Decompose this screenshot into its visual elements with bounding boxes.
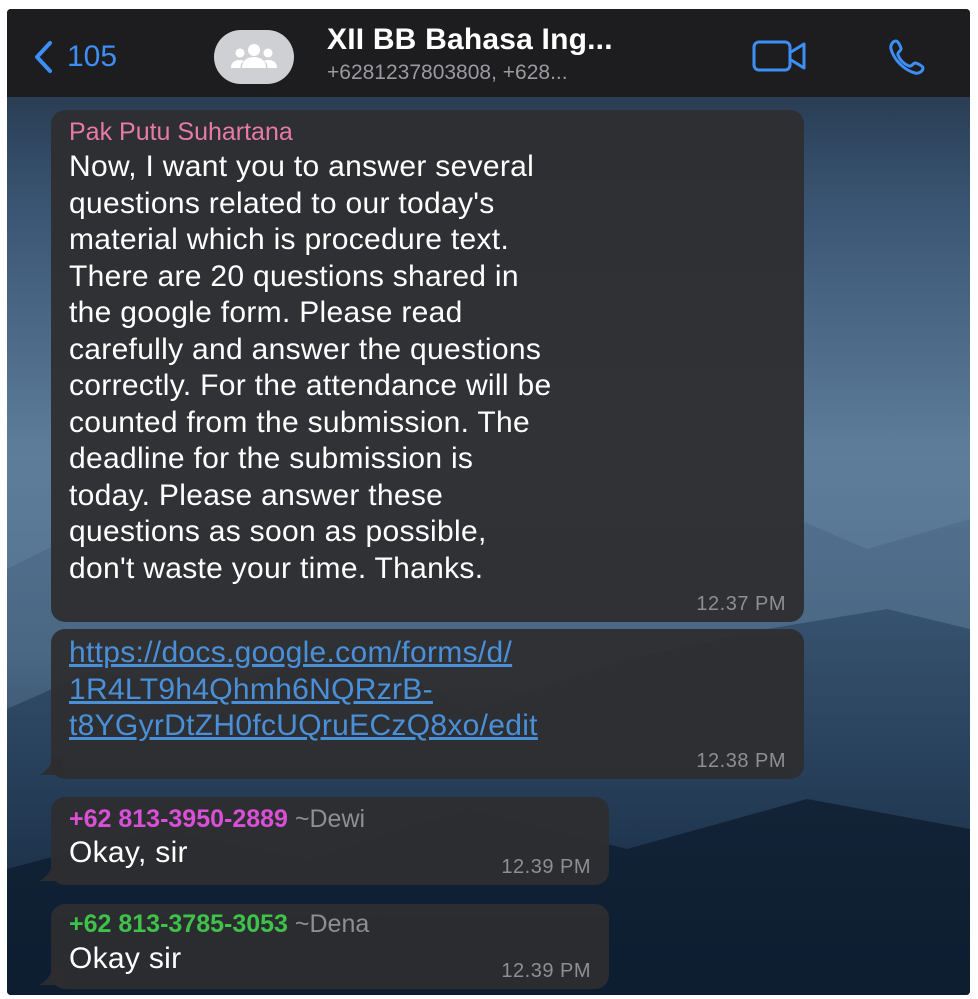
bubble-tail xyxy=(39,757,63,775)
sender-phone[interactable]: +62 813-3785-3053 xyxy=(69,910,288,938)
phone-icon xyxy=(889,39,925,75)
message-time: 12.39 PM xyxy=(501,960,591,982)
sender-line: +62 813-3950-2889 ~Dewi xyxy=(69,805,365,834)
message-bubble[interactable]: Pak Putu Suhartana Now, I want you to an… xyxy=(51,110,804,622)
message-text: Okay, sir xyxy=(69,836,188,869)
sender-name: Pak Putu Suhartana xyxy=(69,118,293,146)
sender-line: +62 813-3785-3053 ~Dena xyxy=(69,910,369,939)
message-time: 12.39 PM xyxy=(501,856,591,878)
chat-screen: 105 XII BB Bahasa Ing... +6281237803808,… xyxy=(7,9,970,995)
message-bubble[interactable]: +62 813-3950-2889 ~Dewi Okay, sir 12.39 … xyxy=(39,797,609,885)
bubble-tail xyxy=(39,967,63,985)
group-title[interactable]: XII BB Bahasa Ing... xyxy=(327,23,613,57)
video-call-icon xyxy=(752,40,806,72)
back-button[interactable]: 105 xyxy=(33,39,117,75)
message-time: 12.38 PM xyxy=(696,750,786,772)
message-bubble[interactable]: +62 813-3785-3053 ~Dena Okay sir 12.39 P… xyxy=(39,904,609,989)
group-avatar[interactable] xyxy=(214,30,294,84)
sender-name: ~Dewi xyxy=(294,805,366,833)
video-call-button[interactable] xyxy=(752,39,808,78)
message-text: Now, I want you to answer several questi… xyxy=(69,150,552,585)
group-members[interactable]: +6281237803808, +628... xyxy=(327,61,568,85)
chevron-left-icon xyxy=(35,41,52,73)
group-icon xyxy=(231,44,277,68)
sender-name: ~Dena xyxy=(294,910,370,938)
message-time: 12.37 PM xyxy=(696,593,786,615)
sender-phone[interactable]: +62 813-3950-2889 xyxy=(69,805,288,833)
google-form-link[interactable]: https://docs.google.com/forms/d/ 1R4LT9h… xyxy=(69,635,799,745)
message-bubble[interactable]: https://docs.google.com/forms/d/ 1R4LT9h… xyxy=(39,629,804,779)
message-text: Okay sir xyxy=(69,942,182,975)
unread-count: 105 xyxy=(67,40,118,73)
bubble-tail xyxy=(39,863,63,881)
chat-header: 105 XII BB Bahasa Ing... +6281237803808,… xyxy=(7,9,970,97)
voice-call-button[interactable] xyxy=(887,38,927,81)
